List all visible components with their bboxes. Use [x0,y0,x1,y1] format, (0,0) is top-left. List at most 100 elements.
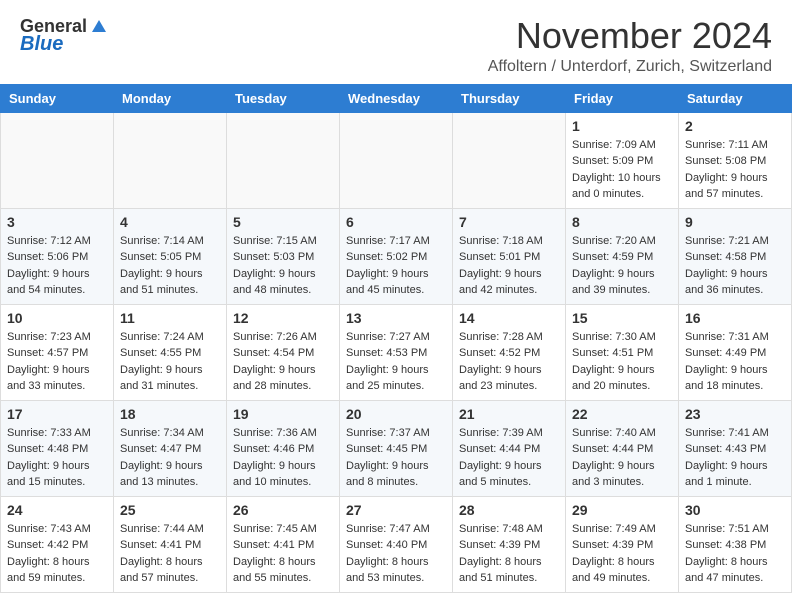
day-info: Sunrise: 7:28 AMSunset: 4:52 PMDaylight:… [459,329,559,395]
calendar-week-2: 3Sunrise: 7:12 AMSunset: 5:06 PMDaylight… [1,208,792,304]
day-info: Sunrise: 7:30 AMSunset: 4:51 PMDaylight:… [572,329,672,395]
day-info: Sunrise: 7:51 AMSunset: 4:38 PMDaylight:… [685,521,785,587]
header-monday: Monday [114,84,227,112]
logo-blue-text: Blue [20,33,63,56]
day-info: Sunrise: 7:23 AMSunset: 4:57 PMDaylight:… [7,329,107,395]
day-number: 20 [346,406,446,422]
calendar-week-5: 24 Sunrise: 7:43 AMSunset: 4:42 PMDayligh… [1,496,792,592]
calendar-cell: 12 Sunrise: 7:26 AMSunset: 4:54 PMDayligh… [227,304,340,400]
calendar-cell: 27 Sunrise: 7:47 AMSunset: 4:40 PMDayligh… [340,496,453,592]
calendar-cell: 23Sunrise: 7:41 AMSunset: 4:43 PMDayligh… [679,400,792,496]
day-number: 12 [233,310,333,326]
day-info: Sunrise: 7:47 AMSunset: 4:40 PMDaylight:… [346,521,446,587]
day-info: Sunrise: 7:18 AMSunset: 5:01 PMDaylight:… [459,233,559,299]
day-info: Sunrise: 7:44 AMSunset: 4:41 PMDaylight:… [120,521,220,587]
day-info: Sunrise: 7:43 AMSunset: 4:42 PMDaylight:… [7,521,107,587]
calendar-week-4: 17 Sunrise: 7:33 AMSunset: 4:48 PMDayligh… [1,400,792,496]
day-number: 25 [120,502,220,518]
calendar-cell: 9 Sunrise: 7:21 AMSunset: 4:58 PMDaylight… [679,208,792,304]
day-info: Sunrise: 7:37 AMSunset: 4:45 PMDaylight:… [346,425,446,491]
calendar-cell: 16 Sunrise: 7:31 AMSunset: 4:49 PMDayligh… [679,304,792,400]
calendar-cell [453,112,566,208]
day-number: 21 [459,406,559,422]
day-number: 8 [572,214,672,230]
day-info: Sunrise: 7:21 AMSunset: 4:58 PMDaylight:… [685,233,785,299]
day-number: 3 [7,214,107,230]
calendar-cell [1,112,114,208]
day-number: 26 [233,502,333,518]
calendar-cell: 7 Sunrise: 7:18 AMSunset: 5:01 PMDaylight… [453,208,566,304]
day-number: 14 [459,310,559,326]
day-info: Sunrise: 7:26 AMSunset: 4:54 PMDaylight:… [233,329,333,395]
calendar-cell: 20 Sunrise: 7:37 AMSunset: 4:45 PMDayligh… [340,400,453,496]
calendar-cell [227,112,340,208]
calendar-header-row: SundayMondayTuesdayWednesdayThursdayFrid… [1,84,792,112]
month-title: November 2024 [488,16,772,56]
day-number: 6 [346,214,446,230]
day-info: Sunrise: 7:15 AMSunset: 5:03 PMDaylight:… [233,233,333,299]
day-number: 27 [346,502,446,518]
calendar-table: SundayMondayTuesdayWednesdayThursdayFrid… [0,84,792,593]
calendar-week-1: 1Sunrise: 7:09 AMSunset: 5:09 PMDaylight… [1,112,792,208]
calendar-week-3: 10 Sunrise: 7:23 AMSunset: 4:57 PMDayligh… [1,304,792,400]
day-number: 5 [233,214,333,230]
calendar-cell: 18Sunrise: 7:34 AMSunset: 4:47 PMDayligh… [114,400,227,496]
day-number: 10 [7,310,107,326]
location-subtitle: Affoltern / Unterdorf, Zurich, Switzerla… [488,58,772,76]
day-number: 16 [685,310,785,326]
day-number: 28 [459,502,559,518]
day-number: 4 [120,214,220,230]
header-sunday: Sunday [1,84,114,112]
day-number: 11 [120,310,220,326]
day-number: 2 [685,118,785,134]
day-info: Sunrise: 7:31 AMSunset: 4:49 PMDaylight:… [685,329,785,395]
header-thursday: Thursday [453,84,566,112]
calendar-cell: 13 Sunrise: 7:27 AMSunset: 4:53 PMDayligh… [340,304,453,400]
day-number: 7 [459,214,559,230]
header-friday: Friday [566,84,679,112]
calendar-cell: 22Sunrise: 7:40 AMSunset: 4:44 PMDayligh… [566,400,679,496]
day-info: Sunrise: 7:45 AMSunset: 4:41 PMDaylight:… [233,521,333,587]
calendar-cell: 15 Sunrise: 7:30 AMSunset: 4:51 PMDayligh… [566,304,679,400]
calendar-cell: 4 Sunrise: 7:14 AMSunset: 5:05 PMDaylight… [114,208,227,304]
header-wednesday: Wednesday [340,84,453,112]
day-info: Sunrise: 7:49 AMSunset: 4:39 PMDaylight:… [572,521,672,587]
day-info: Sunrise: 7:27 AMSunset: 4:53 PMDaylight:… [346,329,446,395]
day-info: Sunrise: 7:33 AMSunset: 4:48 PMDaylight:… [7,425,107,491]
day-number: 17 [7,406,107,422]
calendar-cell: 8 Sunrise: 7:20 AMSunset: 4:59 PMDaylight… [566,208,679,304]
calendar-cell: 29 Sunrise: 7:49 AMSunset: 4:39 PMDayligh… [566,496,679,592]
day-number: 23 [685,406,785,422]
day-info: Sunrise: 7:17 AMSunset: 5:02 PMDaylight:… [346,233,446,299]
calendar-cell: 10 Sunrise: 7:23 AMSunset: 4:57 PMDayligh… [1,304,114,400]
day-number: 24 [7,502,107,518]
day-number: 13 [346,310,446,326]
calendar-cell: 6 Sunrise: 7:17 AMSunset: 5:02 PMDaylight… [340,208,453,304]
day-info: Sunrise: 7:39 AMSunset: 4:44 PMDaylight:… [459,425,559,491]
logo-icon [90,18,108,36]
calendar-cell: 11Sunrise: 7:24 AMSunset: 4:55 PMDayligh… [114,304,227,400]
calendar-cell: 25 Sunrise: 7:44 AMSunset: 4:41 PMDayligh… [114,496,227,592]
day-number: 9 [685,214,785,230]
calendar-cell: 26 Sunrise: 7:45 AMSunset: 4:41 PMDayligh… [227,496,340,592]
day-info: Sunrise: 7:11 AMSunset: 5:08 PMDaylight:… [685,137,785,203]
day-number: 15 [572,310,672,326]
day-info: Sunrise: 7:14 AMSunset: 5:05 PMDaylight:… [120,233,220,299]
header-saturday: Saturday [679,84,792,112]
calendar-cell: 14 Sunrise: 7:28 AMSunset: 4:52 PMDayligh… [453,304,566,400]
calendar-cell [114,112,227,208]
logo: General Blue [20,16,109,56]
calendar-cell: 24 Sunrise: 7:43 AMSunset: 4:42 PMDayligh… [1,496,114,592]
day-number: 19 [233,406,333,422]
day-info: Sunrise: 7:48 AMSunset: 4:39 PMDaylight:… [459,521,559,587]
day-number: 1 [572,118,672,134]
header-tuesday: Tuesday [227,84,340,112]
day-number: 30 [685,502,785,518]
day-info: Sunrise: 7:36 AMSunset: 4:46 PMDaylight:… [233,425,333,491]
day-number: 29 [572,502,672,518]
day-info: Sunrise: 7:20 AMSunset: 4:59 PMDaylight:… [572,233,672,299]
page-header: General Blue November 2024 Affoltern / U… [0,0,792,84]
day-number: 22 [572,406,672,422]
calendar-cell: 5 Sunrise: 7:15 AMSunset: 5:03 PMDaylight… [227,208,340,304]
calendar-cell: 3Sunrise: 7:12 AMSunset: 5:06 PMDaylight… [1,208,114,304]
